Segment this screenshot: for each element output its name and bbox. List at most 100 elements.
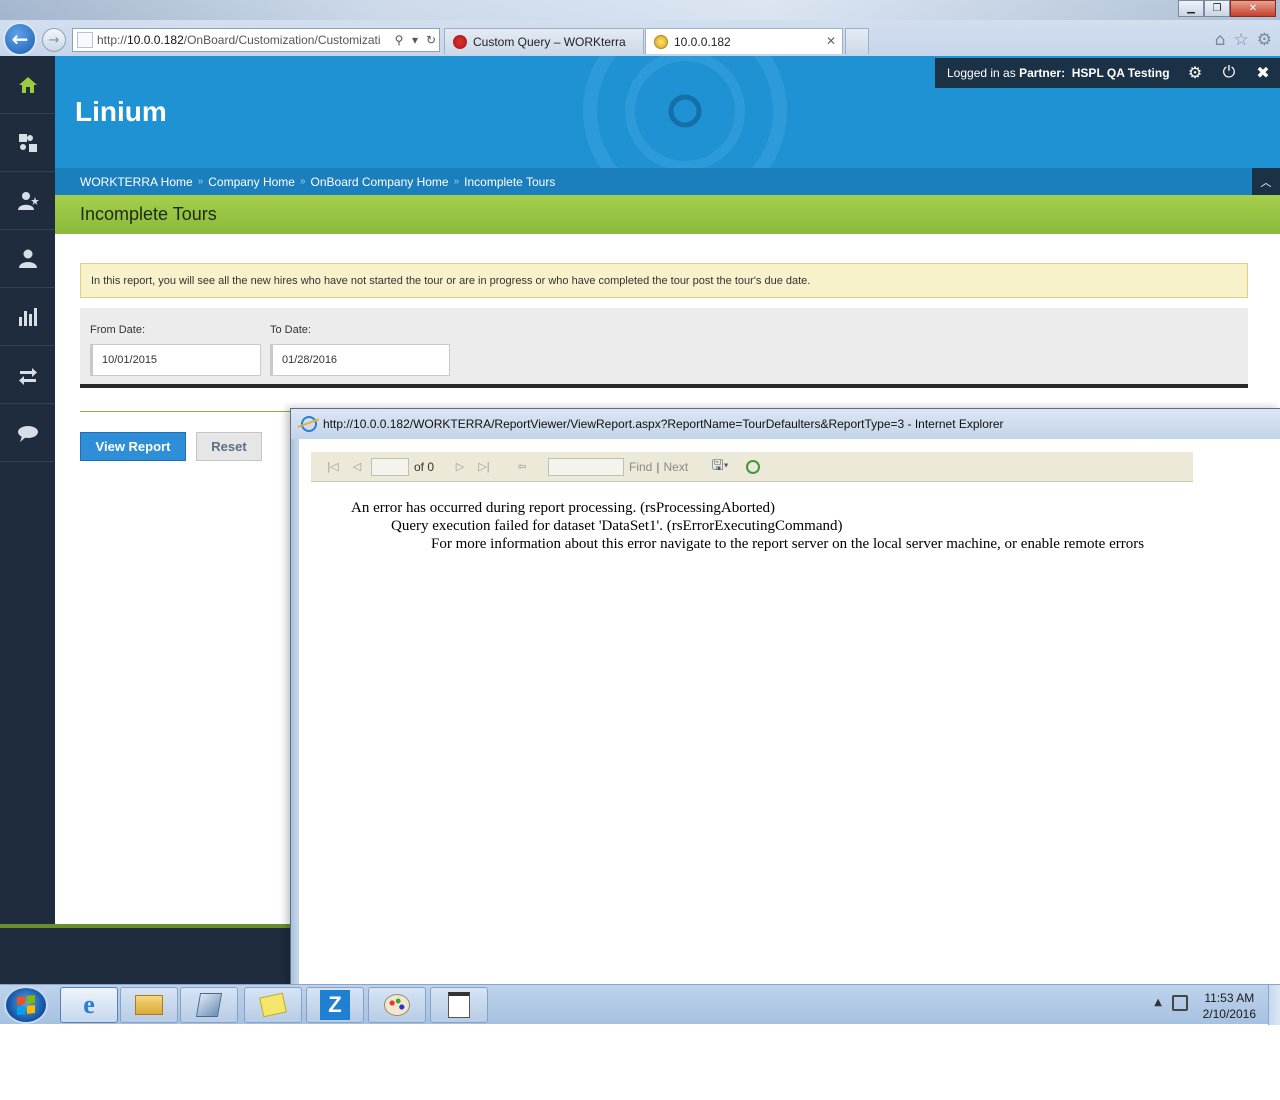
footer-band	[0, 924, 292, 984]
start-button[interactable]	[4, 986, 48, 1024]
settings-gear-icon[interactable]: ⚙	[1178, 63, 1212, 83]
to-date-field[interactable]: 01/28/2016	[270, 344, 450, 376]
puzzle-icon	[18, 133, 37, 152]
taskbar-sticky-notes[interactable]	[244, 987, 302, 1023]
sidebar-item-messages[interactable]	[0, 404, 55, 462]
tab-custom-query[interactable]: Custom Query – WORKterra	[444, 28, 644, 54]
page-title: Incomplete Tours	[55, 195, 1280, 234]
last-page-icon[interactable]: ▷|	[472, 460, 496, 473]
taskbar-internet-explorer[interactable]: e	[60, 987, 118, 1023]
network-icon[interactable]	[1172, 995, 1188, 1011]
tab-active[interactable]: 10.0.0.182 ✕	[645, 28, 843, 54]
url-path: /OnBoard/Customization/Customizati	[183, 33, 381, 47]
previous-page-icon[interactable]: ◁	[345, 460, 369, 473]
transfer-arrows-icon	[18, 367, 37, 385]
breadcrumb-workterra-home[interactable]: WORKTERRA Home	[80, 175, 193, 189]
window-frame-left	[291, 409, 299, 985]
home-icon	[18, 76, 37, 93]
address-bar[interactable]: http://10.0.0.182/OnBoard/Customization/…	[72, 28, 440, 52]
clock-time: 11:53 AM	[1204, 991, 1255, 1005]
system-clock[interactable]: 11:53 AM 2/10/2016	[1203, 990, 1256, 1022]
logged-in-prefix: Logged in as	[947, 66, 1016, 80]
error-processing-aborted: An error has occurred during report proc…	[351, 500, 776, 516]
breadcrumb: WORKTERRA Home » Company Home » OnBoard …	[55, 168, 1280, 195]
report-window-titlebar[interactable]: http://10.0.0.182/WORKTERRA/ReportViewer…	[291, 409, 1280, 439]
loading-favicon-icon	[654, 34, 668, 49]
taskbar-app-7[interactable]	[430, 987, 488, 1023]
restore-button[interactable]: ❐	[1204, 0, 1230, 17]
sidebar-item-puzzle[interactable]	[0, 114, 55, 172]
report-error-messages: An error has occurred during report proc…	[351, 499, 1144, 553]
back-button[interactable]: ←	[3, 22, 37, 56]
breadcrumb-separator: »	[299, 176, 306, 187]
view-report-button[interactable]: View Report	[80, 432, 186, 461]
power-logout-icon[interactable]: ⏻	[1212, 64, 1246, 82]
window-controls: ▁ ❐ ✕	[1178, 0, 1276, 17]
find-text-input[interactable]	[548, 457, 625, 476]
forward-button[interactable]: →	[42, 28, 66, 52]
close-tab-icon[interactable]: ✕	[826, 34, 836, 48]
error-query-execution: Query execution failed for dataset 'Data…	[391, 518, 843, 534]
page-number-input[interactable]	[371, 457, 409, 476]
sticky-notes-icon	[259, 992, 287, 1018]
refresh-icon[interactable]: ↻	[423, 33, 439, 47]
user-name: HSPL QA Testing	[1071, 66, 1170, 80]
date-filter-panel: From Date: 10/01/2015 To Date: 01/28/201…	[80, 308, 1248, 388]
dropdown-arrow-icon[interactable]: ▾	[407, 33, 423, 47]
new-tab-button[interactable]	[845, 28, 869, 54]
taskbar-z-app[interactable]: Z	[306, 987, 364, 1023]
search-icon[interactable]: ⚲	[391, 33, 407, 47]
find-next-link[interactable]: Next	[663, 460, 688, 474]
address-url[interactable]: http://10.0.0.182/OnBoard/Customization/…	[97, 33, 391, 47]
toolbar-separator: |	[656, 459, 660, 474]
show-hidden-icons-icon[interactable]: ▲	[1154, 997, 1162, 1008]
close-window-button[interactable]: ✕	[1230, 0, 1276, 17]
minimize-button[interactable]: ▁	[1178, 0, 1204, 17]
app-header: Linium Logged in as Partner: HSPL QA Tes…	[55, 56, 1280, 195]
url-host: 10.0.0.182	[127, 33, 184, 47]
app-sidebar	[0, 56, 55, 924]
back-to-parent-icon[interactable]: ⇦	[510, 460, 534, 473]
show-desktop-button[interactable]	[1268, 985, 1280, 1025]
export-save-icon[interactable]: 🖫▾	[708, 455, 732, 479]
breadcrumb-company-home[interactable]: Company Home	[208, 175, 295, 189]
next-page-icon[interactable]: ▷	[448, 460, 472, 473]
sidebar-item-reports[interactable]	[0, 288, 55, 346]
user-icon	[18, 249, 37, 268]
breadcrumb-onboard-company-home[interactable]: OnBoard Company Home	[311, 175, 449, 189]
clock-date: 2/10/2016	[1202, 1007, 1256, 1021]
taskbar-file-explorer[interactable]	[120, 987, 178, 1023]
browser-chrome: ▁ ❐ ✕ ← → http://10.0.0.182/OnBoard/Cust…	[0, 0, 1280, 56]
report-viewer-toolbar: |◁ ◁ of 0 ▷ ▷| ⇦ Find | Next 🖫▾	[311, 452, 1193, 482]
home-icon[interactable]: ⌂	[1215, 30, 1226, 50]
chat-bubble-icon	[17, 425, 38, 442]
breadcrumb-current: Incomplete Tours	[464, 174, 556, 189]
taskbar-paint[interactable]	[368, 987, 426, 1023]
report-viewer-window: http://10.0.0.182/WORKTERRA/ReportViewer…	[290, 408, 1280, 985]
first-page-icon[interactable]: |◁	[321, 460, 345, 473]
from-date-field[interactable]: 10/01/2015	[90, 344, 261, 376]
desktop-background-strip	[0, 0, 1280, 20]
collapse-header-button[interactable]: ︿	[1252, 168, 1280, 195]
chevron-up-icon: ︿	[1260, 176, 1272, 189]
back-arrow-icon: ←	[11, 27, 29, 51]
reset-button[interactable]: Reset	[196, 432, 262, 461]
sidebar-item-transfer[interactable]	[0, 346, 55, 404]
sidebar-item-user[interactable]	[0, 230, 55, 288]
find-link[interactable]: Find	[629, 460, 652, 474]
logged-in-text: Logged in as Partner: HSPL QA Testing	[947, 66, 1178, 80]
close-icon[interactable]: ✖	[1246, 63, 1280, 83]
sidebar-item-user-star[interactable]	[0, 172, 55, 230]
refresh-report-icon[interactable]	[746, 459, 761, 474]
tab-title: Custom Query – WORKterra	[473, 34, 626, 49]
sidebar-item-home[interactable]	[0, 56, 55, 114]
user-bar: Logged in as Partner: HSPL QA Testing ⚙ …	[935, 58, 1280, 88]
bar-chart-icon	[18, 307, 37, 326]
taskbar-app-3[interactable]	[180, 987, 238, 1023]
tools-gear-icon[interactable]: ⚙	[1257, 30, 1272, 50]
favorites-star-icon[interactable]: ☆	[1234, 30, 1249, 50]
site-favicon-icon	[453, 34, 467, 49]
forward-arrow-icon: →	[48, 32, 60, 48]
page-count-label: of 0	[414, 459, 435, 474]
breadcrumb-separator: »	[197, 176, 204, 187]
